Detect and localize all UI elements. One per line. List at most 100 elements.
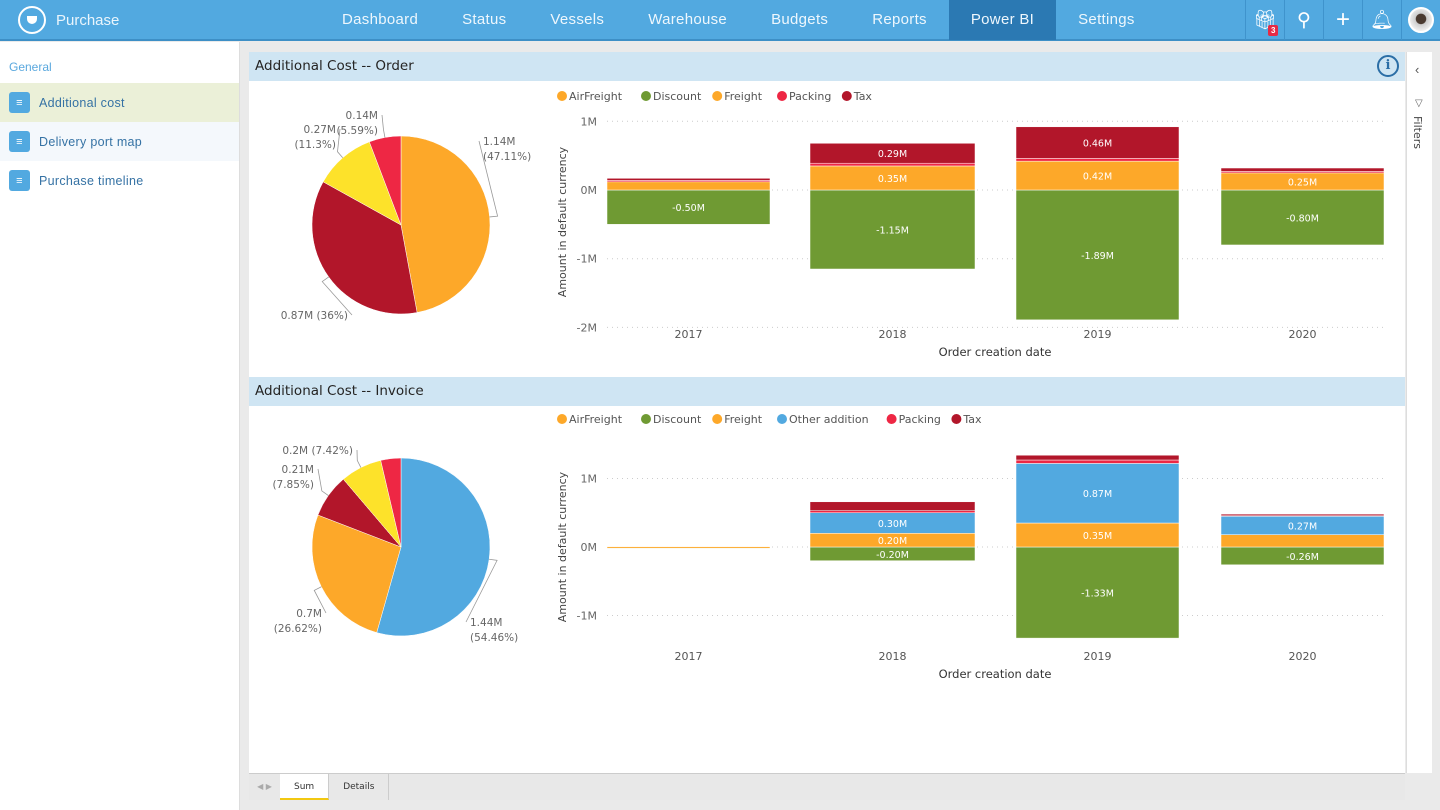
nav-power-bi[interactable]: Power BI (949, 0, 1056, 40)
bar-data-label: -1.89M (1081, 251, 1114, 262)
bar-segment-tax (607, 178, 770, 180)
nav-status[interactable]: Status (440, 0, 528, 40)
pie-data-percent: (11.3%) (294, 139, 336, 151)
bell-icon: 🔔︎ (1370, 8, 1394, 32)
sidebar-item-delivery-port-map[interactable]: ≡Delivery port map (0, 122, 239, 161)
pie-leader-line (357, 450, 361, 468)
sidebar-group-general: General (0, 42, 239, 83)
filters-pane[interactable]: ‹ ▽ Filters (1406, 52, 1432, 773)
power-bi-report: Additional Cost -- Order i AirFreightDis… (249, 52, 1405, 773)
section-title: Additional Cost -- Order (255, 58, 414, 74)
section-header-invoice: Additional Cost -- Invoice (249, 377, 1405, 406)
y-tick-label: -2M (577, 321, 597, 334)
tab-sum[interactable]: Sum (280, 774, 329, 800)
legend-marker (887, 414, 897, 424)
nav-dashboard[interactable]: Dashboard (320, 0, 440, 40)
info-icon[interactable]: i (1377, 55, 1399, 77)
nav-vessels[interactable]: Vessels (528, 0, 626, 40)
bar-segment-tax (1016, 455, 1179, 460)
pie-data-percent: (7.85%) (272, 479, 314, 491)
bar-segment-packing (1016, 460, 1179, 463)
bar-segment-packing (810, 163, 975, 166)
notifications-button[interactable]: 🔔︎ (1362, 0, 1401, 40)
search-icon: ⚲ (1297, 9, 1311, 32)
bar-data-label: -0.80M (1286, 213, 1319, 224)
legend-marker (557, 414, 567, 424)
gift-button[interactable]: 🎁︎3 (1245, 0, 1284, 40)
bar-data-label: -1.33M (1081, 589, 1114, 600)
bar-segment-tax (1221, 514, 1384, 516)
sidebar-item-additional-cost[interactable]: ≡ Additional cost (0, 83, 239, 122)
pie-slice (401, 136, 490, 313)
bar-segment-packing (1016, 158, 1179, 161)
pie-data-label: 0.2M (7.42%) (282, 445, 353, 457)
bar-data-label: 0.35M (1083, 531, 1112, 542)
pie-data-label: 1.14M (483, 136, 515, 148)
pie-data-percent: (5.59%) (336, 125, 378, 137)
bar-data-label: 0.25M (1288, 177, 1317, 188)
add-button[interactable]: + (1323, 0, 1362, 40)
filter-icon: ▽ (1415, 98, 1423, 109)
avatar (1408, 7, 1434, 33)
notification-badge: 3 (1268, 25, 1278, 36)
user-menu[interactable] (1401, 0, 1440, 40)
app-brand[interactable]: Purchase (18, 6, 119, 34)
legend-item: Freight (724, 413, 763, 426)
pie-data-label: 0.7M (296, 608, 322, 620)
search-button[interactable]: ⚲ (1284, 0, 1323, 40)
x-tick-label: 2020 (1289, 328, 1317, 341)
legend-marker (641, 91, 651, 101)
y-tick-label: -1M (577, 253, 597, 266)
app-title: Purchase (56, 12, 119, 29)
pie-data-label: 1.44M (470, 617, 502, 629)
pie-leader-line (318, 469, 328, 496)
nav-warehouse[interactable]: Warehouse (626, 0, 749, 40)
y-tick-label: 1M (581, 473, 598, 486)
chevron-left-icon[interactable]: ‹ (1415, 62, 1419, 77)
section-header-order: Additional Cost -- Order i (249, 52, 1405, 81)
legend-marker (842, 91, 852, 101)
sidebar-item-label: Additional cost (39, 96, 125, 110)
y-axis-title: Amount in default currency (556, 146, 569, 297)
pie-data-label: 0.21M (282, 464, 314, 476)
legend-marker (712, 414, 722, 424)
bar-data-label: 0.29M (878, 149, 907, 160)
x-tick-label: 2019 (1084, 650, 1112, 663)
bar-data-label: -0.26M (1286, 552, 1319, 563)
legend-item: Tax (853, 90, 873, 103)
legend-item: Tax (962, 413, 982, 426)
report-icon: ≡ (9, 131, 30, 152)
legend-marker (557, 91, 567, 101)
page-nav-arrows[interactable]: ◀ ▶ (249, 774, 280, 800)
legend-item: Packing (789, 90, 831, 103)
legend-item: Freight (724, 90, 763, 103)
pie-data-label: 0.27M (304, 124, 336, 136)
bar-segment-tax (810, 502, 975, 511)
legend-marker (712, 91, 722, 101)
legend-marker (777, 414, 787, 424)
report-icon: ≡ (9, 92, 30, 113)
legend-item: Other addition (789, 413, 869, 426)
x-axis-title: Order creation date (939, 345, 1052, 359)
bar-data-label: 0.27M (1288, 521, 1317, 532)
y-tick-label: -1M (577, 610, 597, 623)
plus-icon: + (1336, 6, 1350, 34)
nav-budgets[interactable]: Budgets (749, 0, 850, 40)
sidebar-item-purchase-timeline[interactable]: ≡Purchase timeline (0, 161, 239, 200)
pie-data-percent: (47.11%) (483, 151, 531, 163)
main-nav: Dashboard Status Vessels Warehouse Budge… (320, 0, 1157, 40)
invoice-cost-chart: AirFreightDiscountFreightOther additionP… (249, 405, 1405, 705)
legend-marker (951, 414, 961, 424)
bar-data-label: 0.30M (878, 519, 907, 530)
bar-data-label: -1.15M (876, 226, 909, 237)
nav-settings[interactable]: Settings (1056, 0, 1157, 40)
nav-reports[interactable]: Reports (850, 0, 949, 40)
x-tick-label: 2018 (879, 650, 907, 663)
filters-label: Filters (1411, 116, 1424, 149)
legend-item: AirFreight (569, 413, 623, 426)
bar-data-label: -0.20M (876, 550, 909, 561)
pie-data-label: 0.87M (36%) (281, 310, 348, 322)
legend-item: Packing (899, 413, 941, 426)
y-tick-label: 1M (581, 115, 598, 128)
tab-details[interactable]: Details (329, 774, 389, 800)
